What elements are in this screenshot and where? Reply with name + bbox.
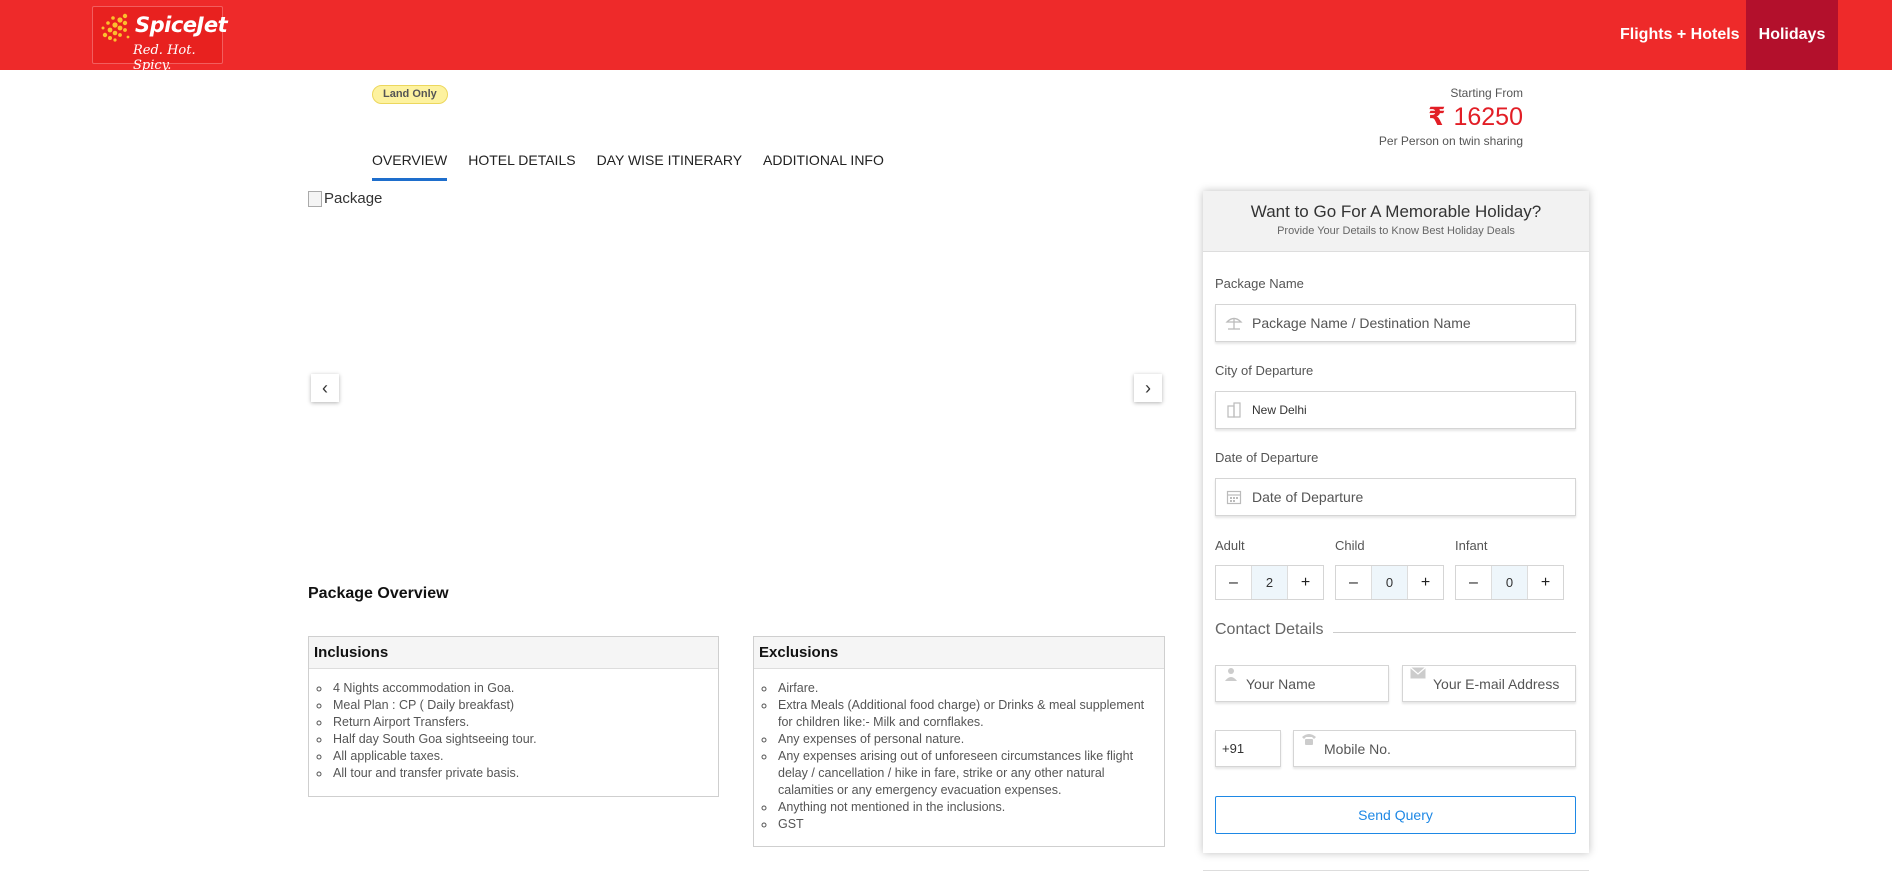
package-name-field[interactable] xyxy=(1215,304,1576,342)
price-value: ₹16250 xyxy=(1379,102,1523,132)
country-code-field[interactable]: +91 xyxy=(1215,730,1281,767)
name-input[interactable] xyxy=(1246,675,1386,692)
holiday-enquiry-form: Want to Go For A Memorable Holiday? Prov… xyxy=(1203,191,1589,853)
price-note: Per Person on twin sharing xyxy=(1378,134,1523,148)
list-item: All tour and transfer private basis. xyxy=(331,765,708,782)
infant-decrement-button[interactable]: – xyxy=(1456,566,1491,599)
exclusions-box: Exclusions Airfare. Extra Meals (Additio… xyxy=(753,636,1165,847)
package-image: Package xyxy=(308,190,382,207)
list-item: All applicable taxes. xyxy=(331,748,708,765)
adult-count: 2 xyxy=(1251,566,1288,599)
infant-stepper: – 0 + xyxy=(1455,565,1564,600)
contact-details-title: Contact Details xyxy=(1215,621,1324,638)
tab-additional-info[interactable]: ADDITIONAL INFO xyxy=(763,152,884,181)
list-item: Airfare. xyxy=(776,680,1154,697)
spicejet-logo[interactable]: SpiceJet Red. Hot. Spicy. xyxy=(92,6,228,73)
user-icon xyxy=(1216,666,1246,702)
name-field[interactable] xyxy=(1215,665,1389,702)
beach-umbrella-icon xyxy=(1216,305,1252,341)
logo-dots-icon xyxy=(101,13,130,42)
nav-holidays[interactable]: Holidays xyxy=(1746,0,1838,70)
exclusions-title: Exclusions xyxy=(754,637,1164,669)
chevron-left-icon: ‹ xyxy=(322,377,328,398)
city-of-departure-label: City of Departure xyxy=(1215,363,1314,378)
email-field[interactable] xyxy=(1402,665,1576,702)
land-only-badge: Land Only xyxy=(372,85,448,104)
adult-label: Adult xyxy=(1215,538,1245,553)
country-code-value[interactable]: +91 xyxy=(1222,741,1244,756)
adult-stepper: – 2 + xyxy=(1215,565,1324,600)
email-input[interactable] xyxy=(1433,675,1573,692)
phone-icon xyxy=(1294,731,1324,767)
child-count: 0 xyxy=(1371,566,1408,599)
adult-decrement-button[interactable]: – xyxy=(1216,566,1251,599)
form-subtitle: Provide Your Details to Know Best Holida… xyxy=(1277,225,1515,237)
logo-brand-text: SpiceJet xyxy=(135,13,228,37)
adult-increment-button[interactable]: + xyxy=(1288,566,1323,599)
form-title: Want to Go For A Memorable Holiday? xyxy=(1250,202,1542,221)
tab-hotel-details[interactable]: HOTEL DETAILS xyxy=(468,152,575,181)
inclusions-title: Inclusions xyxy=(309,637,718,669)
list-item: GST xyxy=(776,816,1154,833)
mobile-input[interactable] xyxy=(1324,740,1464,757)
package-image-alt: Package xyxy=(324,190,383,207)
contact-divider xyxy=(1333,632,1576,633)
exclusions-list: Airfare. Extra Meals (Additional food ch… xyxy=(754,669,1164,843)
nav-flights-hotels[interactable]: Flights + Hotels xyxy=(1605,0,1755,70)
price-box: Starting From ₹16250 Per Person on twin … xyxy=(1379,86,1523,148)
send-query-button[interactable]: Send Query xyxy=(1215,796,1576,834)
tab-day-wise-itinerary[interactable]: DAY WISE ITINERARY xyxy=(597,152,742,181)
gallery-next-button[interactable]: › xyxy=(1134,374,1162,402)
rupee-icon: ₹ xyxy=(1428,103,1446,131)
list-item: Anything not mentioned in the inclusions… xyxy=(776,799,1154,816)
gallery-prev-button[interactable]: ‹ xyxy=(311,374,339,402)
package-name-input[interactable] xyxy=(1252,306,1552,340)
date-of-departure-label: Date of Departure xyxy=(1215,450,1319,465)
form-header: Want to Go For A Memorable Holiday? Prov… xyxy=(1203,191,1589,252)
child-increment-button[interactable]: + xyxy=(1408,566,1443,599)
price-amount: 16250 xyxy=(1453,103,1523,131)
envelope-icon xyxy=(1403,666,1433,702)
infant-label: Infant xyxy=(1455,538,1488,553)
inclusions-list: 4 Nights accommodation in Goa. Meal Plan… xyxy=(309,669,718,792)
list-item: Extra Meals (Additional food charge) or … xyxy=(776,697,1154,731)
infant-count: 0 xyxy=(1491,566,1528,599)
building-icon xyxy=(1216,392,1252,428)
package-overview-title: Package Overview xyxy=(308,585,449,602)
package-name-label: Package Name xyxy=(1215,276,1304,291)
list-item: Meal Plan : CP ( Daily breakfast) xyxy=(331,697,708,714)
package-tabs: OVERVIEW HOTEL DETAILS DAY WISE ITINERAR… xyxy=(372,152,905,181)
package-image-gallery: Package ‹ › xyxy=(308,190,1165,550)
list-item: Any expenses of personal nature. xyxy=(776,731,1154,748)
inclusions-box: Inclusions 4 Nights accommodation in Goa… xyxy=(308,636,719,797)
list-item: 4 Nights accommodation in Goa. xyxy=(331,680,708,697)
top-navbar: SpiceJet Red. Hot. Spicy. Flights + Hote… xyxy=(0,0,1892,73)
chevron-right-icon: › xyxy=(1145,377,1151,398)
child-stepper: – 0 + xyxy=(1335,565,1444,600)
list-item: Return Airport Transfers. xyxy=(331,714,708,731)
list-item: Any expenses arising out of unforeseen c… xyxy=(776,748,1154,799)
tab-overview[interactable]: OVERVIEW xyxy=(372,152,448,181)
date-of-departure-input[interactable] xyxy=(1252,480,1552,514)
calendar-icon xyxy=(1216,479,1252,515)
logo-tagline: Red. Hot. Spicy. xyxy=(133,43,196,73)
child-label: Child xyxy=(1335,538,1365,553)
list-item: Half day South Goa sightseeing tour. xyxy=(331,731,708,748)
mobile-field[interactable] xyxy=(1293,730,1576,767)
broken-image-icon xyxy=(308,190,322,207)
date-of-departure-field[interactable] xyxy=(1215,478,1576,516)
child-decrement-button[interactable]: – xyxy=(1336,566,1371,599)
infant-increment-button[interactable]: + xyxy=(1528,566,1563,599)
city-of-departure-value[interactable]: New Delhi xyxy=(1252,403,1307,417)
city-of-departure-field[interactable]: New Delhi xyxy=(1215,391,1576,429)
starting-from-label: Starting From xyxy=(1450,86,1523,100)
